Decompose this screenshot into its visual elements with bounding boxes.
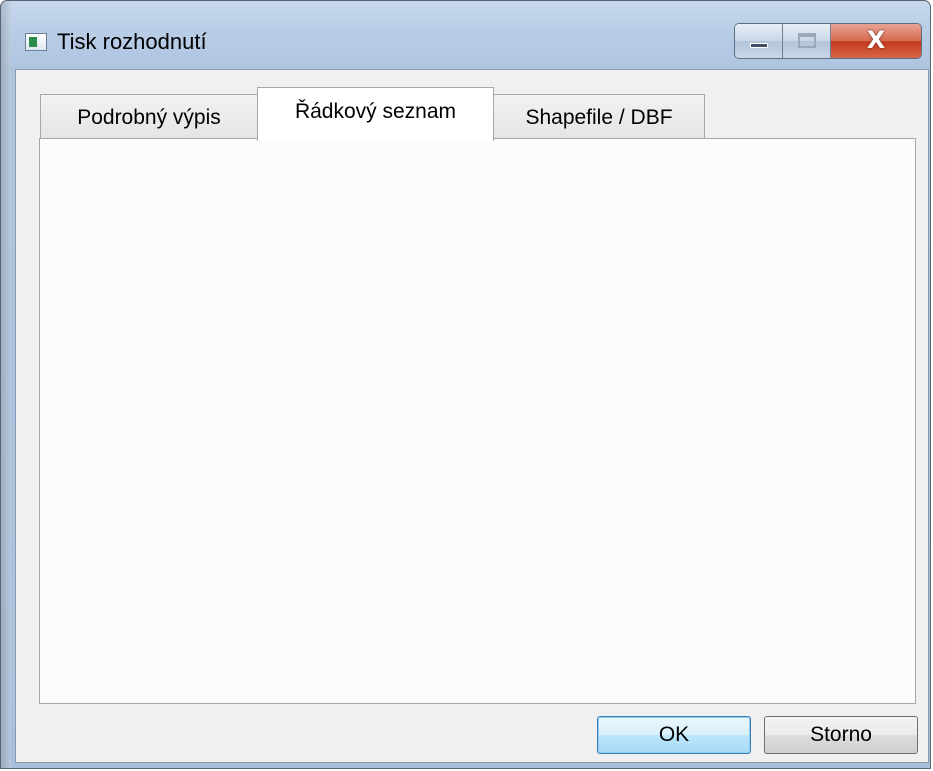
tab-radkovy-seznam[interactable]: Řádkový seznam — [257, 87, 494, 141]
cancel-button[interactable]: Storno — [764, 716, 918, 754]
window-title: Tisk rozhodnutí — [57, 29, 207, 54]
caption-buttons: X — [734, 23, 922, 59]
close-icon: X — [866, 26, 886, 54]
tab-panel — [39, 138, 916, 704]
minimize-button[interactable] — [735, 24, 783, 58]
tab-strip: Podrobný výpis Řádkový seznam Shapefile … — [40, 86, 705, 141]
maximize-icon — [798, 33, 816, 48]
ok-button[interactable]: OK — [597, 716, 751, 754]
dialog-window: Tisk rozhodnutí X Podrobný výpis Řádkový… — [0, 0, 931, 769]
maximize-button[interactable] — [783, 24, 831, 58]
app-icon — [25, 33, 47, 51]
close-button[interactable]: X — [831, 24, 921, 58]
minimize-icon — [750, 43, 768, 48]
dialog-client-area: Podrobný výpis Řádkový seznam Shapefile … — [15, 69, 929, 763]
title-bar[interactable]: Tisk rozhodnutí X — [1, 1, 930, 69]
tab-podrobny-vypis[interactable]: Podrobný výpis — [40, 94, 258, 140]
tab-shapefile-dbf[interactable]: Shapefile / DBF — [493, 94, 705, 140]
